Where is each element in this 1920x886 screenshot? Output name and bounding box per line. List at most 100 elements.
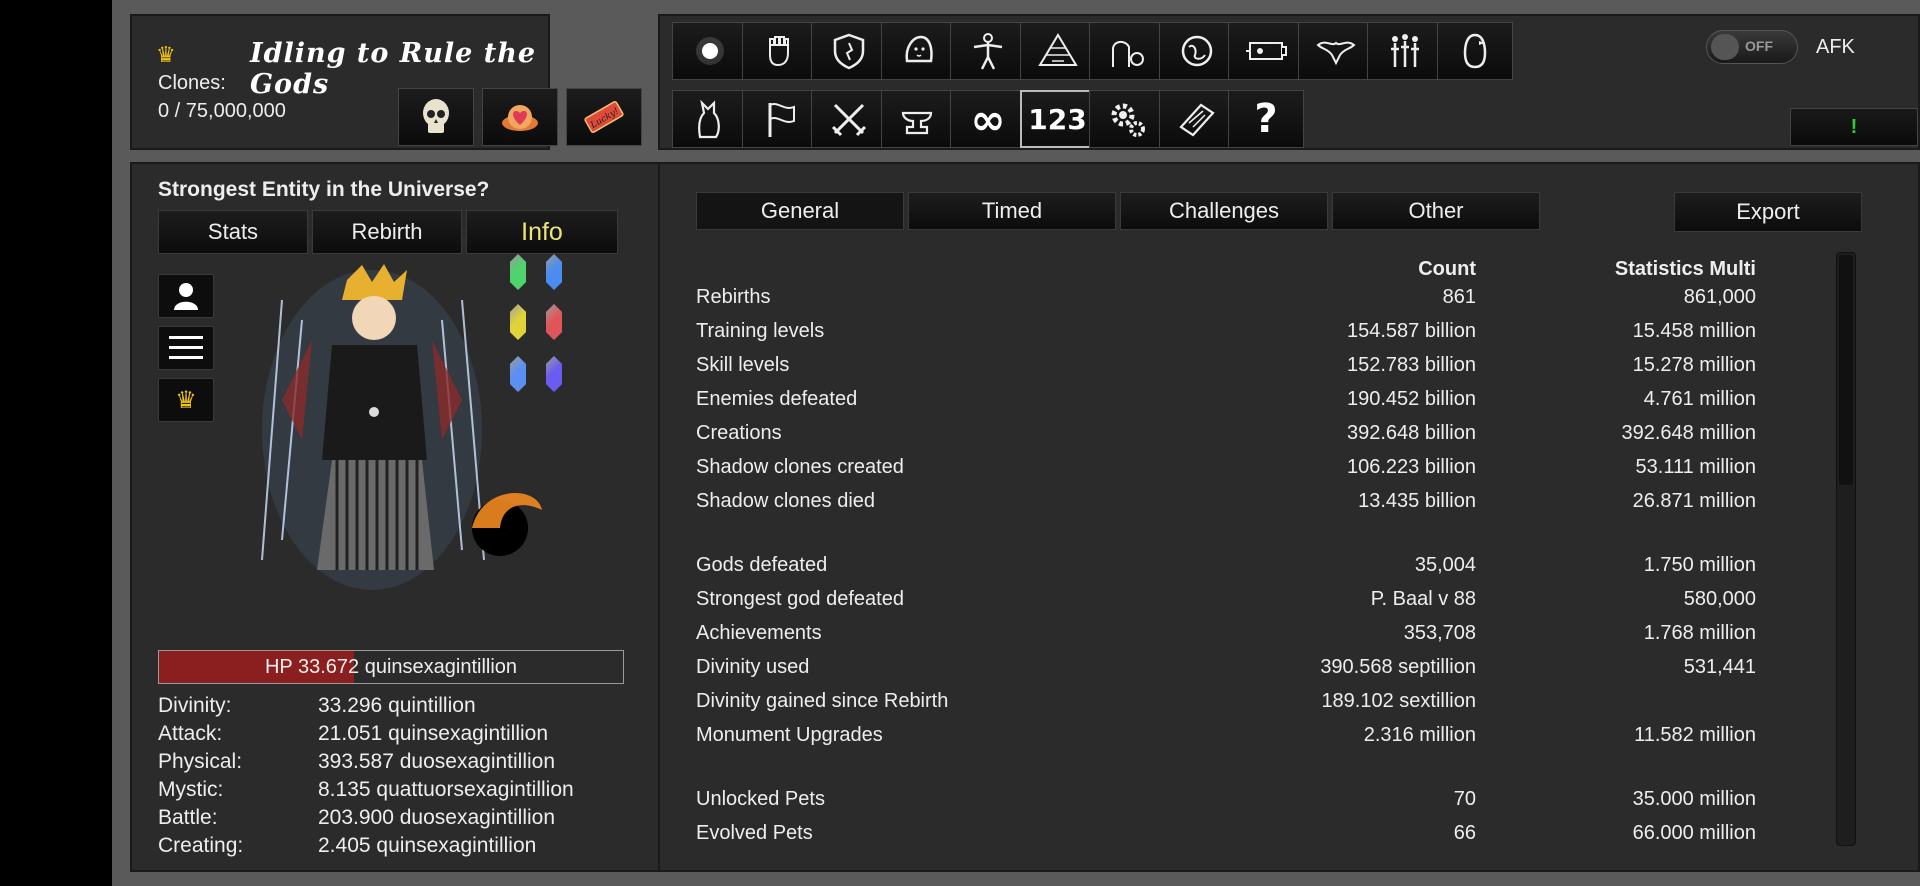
stat-multi-cell: 580,000 (1683, 587, 1756, 610)
flag-button[interactable] (741, 90, 818, 148)
penguin-button[interactable] (1436, 22, 1513, 80)
character-portrait (261, 264, 542, 590)
tab-challenges[interactable]: Challenges (1120, 192, 1328, 230)
menu-button[interactable] (158, 326, 214, 370)
number-123-icon: 123 (1028, 102, 1087, 136)
stat-count-cell: 152.783 billion (1347, 353, 1476, 376)
family-button[interactable] (1367, 22, 1443, 80)
table-row: Divinity used 390.568 septillion 531,441 (696, 650, 1756, 684)
table-row: Achievements 353,708 1.768 million (696, 616, 1756, 650)
dragon-button[interactable] (1297, 22, 1374, 80)
tab-rebirth[interactable]: Rebirth (312, 210, 462, 254)
stat-label: Battle: (158, 806, 218, 829)
table-spacer (696, 752, 1756, 782)
stat-count-cell: P. Baal v 88 (1370, 587, 1476, 610)
globe-button[interactable] (1158, 22, 1235, 80)
cat-button[interactable] (672, 90, 748, 148)
pyramid-button[interactable] (1019, 22, 1096, 80)
body-silhouette-button[interactable] (950, 22, 1026, 80)
statistics-scroll-area[interactable]: Rebirths 861 861,000 Training levels 154.587… (660, 280, 1900, 850)
crown-button[interactable]: ♛ (158, 378, 214, 422)
stat-count-cell: 35,004 (1414, 553, 1476, 576)
table-row: Shadow clones died 13.435 billion 26.871 m… (696, 484, 1756, 518)
number-123-button[interactable]: 123 (1019, 90, 1096, 148)
table-row: Gods defeated 35,004 1.750 million (696, 548, 1756, 582)
book-button[interactable] (1158, 90, 1235, 148)
statistics-table: Rebirths 861 861,000 Training levels 154.587… (696, 280, 1756, 850)
anvil-icon (901, 111, 932, 135)
tab-timed[interactable]: Timed (908, 192, 1116, 230)
stat-multi-cell: 66.000 million (1632, 821, 1756, 844)
crossed-swords-button[interactable] (811, 90, 887, 148)
stat-count-cell: 154.587 billion (1347, 319, 1476, 342)
lucky-ticket-button[interactable]: Lucky! (566, 88, 642, 146)
stat-multi-cell: 15.278 million (1632, 353, 1756, 376)
stat-count-cell: 861 (1442, 285, 1476, 308)
tab-info[interactable]: Info (466, 210, 618, 254)
export-button[interactable]: Export (1674, 192, 1862, 232)
column-header-count: Count (1418, 258, 1476, 280)
stat-value: 8.135 quattuorsexagintillion (318, 778, 574, 801)
table-row: Evolved Pets 66 66.000 million (696, 816, 1756, 850)
ship-button[interactable] (1228, 22, 1304, 80)
infinity-button[interactable]: ∞ (950, 90, 1026, 148)
alert-button[interactable]: ! (1790, 108, 1918, 146)
stat-value: 203.900 duosexagintillion (318, 806, 556, 829)
stat-name-cell: Training levels (696, 319, 825, 342)
stat-name-cell: Monument Upgrades (696, 723, 883, 746)
clones-value: 0 / 75,000,000 (158, 100, 286, 122)
anvil-button[interactable] (880, 90, 957, 148)
question-icon: ? (1254, 96, 1278, 142)
stat-name-cell: Creations (696, 421, 782, 444)
lotus-heart-button[interactable] (482, 88, 558, 146)
table-row: Creations 392.648 billion 392.648 million (696, 416, 1756, 450)
washroom-button[interactable] (1089, 22, 1165, 80)
stat-multi-cell: 11.582 million (1634, 723, 1756, 746)
table-row: Training levels 154.587 billion 15.458 mil… (696, 314, 1756, 348)
stat-multi-cell: 26.871 million (1632, 489, 1756, 512)
globe-icon (1181, 35, 1212, 67)
question-button[interactable]: ? (1228, 90, 1304, 148)
hp-text: HP 33.672 quinsexagintillion (264, 656, 518, 678)
tab-other[interactable]: Other (1332, 192, 1540, 230)
stat-value: 2.405 quinsexagintillion (318, 834, 537, 857)
stat-name-cell: Divinity used (696, 655, 810, 678)
stat-count-cell: 106.223 billion (1347, 455, 1476, 478)
stat-count-cell: 353,708 (1403, 621, 1476, 644)
tab-general[interactable]: General (696, 192, 904, 230)
crown-icon: ♛ (156, 42, 176, 67)
profile-button[interactable] (158, 274, 214, 318)
column-header-statistics-multi: Statistics Multi (1614, 258, 1756, 280)
hp-bar: HP 33.672 quinsexagintillion (158, 650, 624, 684)
shield-button[interactable] (811, 22, 887, 80)
fist-button[interactable] (741, 22, 818, 80)
family-icon (1391, 34, 1419, 67)
scrollbar-thumb[interactable] (1839, 255, 1853, 485)
tab-stats[interactable]: Stats (158, 210, 308, 254)
stat-multi-cell: 15.458 million (1632, 319, 1756, 342)
stat-value: 393.587 duosexagintillion (318, 750, 556, 773)
scrollbar[interactable] (1836, 252, 1856, 846)
dragon-icon (1315, 41, 1356, 66)
skull-button[interactable] (398, 88, 474, 146)
stat-value: 21.051 quinsexagintillion (318, 722, 549, 745)
afk-toggle-text: OFF (1745, 38, 1773, 54)
afk-toggle[interactable]: OFF (1706, 30, 1798, 64)
stat-name-cell: Divinity gained since Rebirth (696, 689, 949, 712)
entity-title: Strongest Entity in the Universe? (158, 178, 490, 201)
gears-button[interactable] (1089, 90, 1165, 148)
entity-panel: Strongest Entity in the Universe? Stats … (130, 162, 660, 872)
stat-multi-cell: 861,000 (1683, 285, 1756, 308)
lucky-ticket-icon: Lucky! (584, 101, 624, 133)
stat-multi-cell: 53.111 million (1635, 455, 1756, 478)
stat-count-cell: 392.648 billion (1347, 421, 1476, 444)
body-silhouette-icon (973, 33, 1003, 70)
stat-name-cell: Unlocked Pets (696, 787, 825, 810)
shield-icon (833, 33, 865, 70)
ghost-blob-button[interactable] (880, 22, 957, 80)
gears-icon (1111, 103, 1145, 137)
washroom-icon (1112, 41, 1144, 67)
light-orb-button[interactable] (672, 22, 748, 80)
clones-label: Clones: (158, 72, 226, 94)
table-row: Divinity gained since Rebirth 189.102 sex… (696, 684, 1756, 718)
